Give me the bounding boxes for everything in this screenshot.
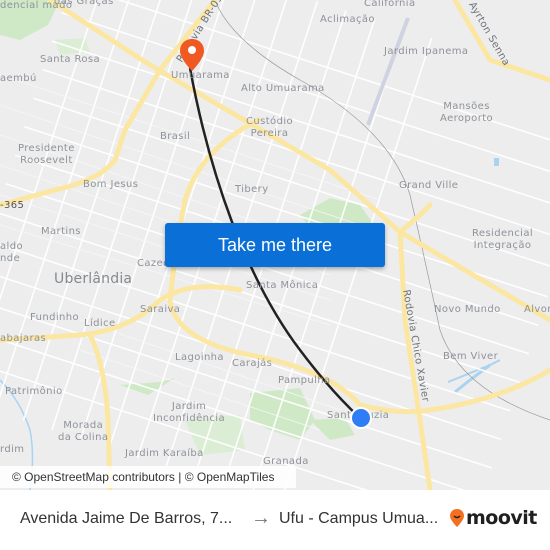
label-martins: Martins [41,226,81,237]
label-santa-monica: Santa Mônica [246,280,319,291]
label-aclimacao: Aclimação [320,14,375,25]
origin-name: Avenida Jaime De Barros, 7... [20,510,233,527]
label-jardim-ipanema: Jardim Ipanema [384,46,469,57]
pond [494,158,499,166]
label-california: California [364,0,416,9]
route-footer: Avenida Jaime De Barros, 7... → Ufu - Ca… [0,490,550,550]
label-jardim-karaiba: Jardim Karaíba [125,448,204,459]
label-lidice: Lídice [84,318,116,329]
label-jardim-inconfidencia: Jardim Inconfidência [153,401,225,424]
label-custodio-pereira: Custódio Pereira [246,116,294,139]
moovit-logo[interactable]: moovit [450,508,537,528]
label-aembu: aembú [0,73,37,84]
airport-runway [366,17,410,126]
label-patrimonio: Patrimônio [5,386,63,397]
label-das-gracas: das Graças [54,0,114,7]
label-lagoinha: Lagoinha [175,352,224,363]
label-grand-ville: Grand Ville [399,180,459,191]
label-bem-viver: Bem Viver [443,351,499,362]
label-carajas: Carajás [232,358,273,369]
label-brasil: Brasil [160,131,191,142]
moovit-wordmark: moovit [466,507,537,529]
label-bom-jesus: Bom Jesus [83,179,139,190]
label-jardim: rdim [0,444,25,455]
take-me-there-button[interactable]: Take me there [165,223,385,267]
label-fundinho: Fundinho [30,312,80,323]
destination-pin-icon[interactable] [179,38,205,72]
label-tibery: Tibery [235,184,269,195]
label-road-br365: -365 [0,200,25,211]
label-presidente-roosevelt: Presidente Roosevelt [18,143,75,166]
label-tabajaras: abajaras [0,333,47,344]
label-saraiva: Saraiva [140,304,181,315]
label-marilcosa: Marilcosa [252,0,303,4]
moovit-pin-icon [450,509,464,527]
label-morada-da-colina: Morada da Colina [58,420,109,443]
label-residencial-integracao: Residencial Integração [472,228,534,251]
label-alvorada: Alvor [524,304,550,315]
map-attribution[interactable]: © OpenStreetMap contributors | © OpenMap… [0,466,296,488]
origin-location-dot[interactable] [350,407,372,429]
label-osvaldo-rezende: aldo nde [0,241,23,264]
label-alto-umuarama: Alto Umuarama [241,83,325,94]
map[interactable]: dencial mado das Graças Marilcosa Califo… [0,0,550,490]
label-city-uberlandia: Uberlândia [54,271,133,287]
destination-name: Ufu - Campus Umua... [279,510,439,527]
label-pampulha: Pampulha [278,375,331,386]
label-mansoes-aeroporto: Mansões Aeroporto [440,101,494,124]
label-santa-rosa: Santa Rosa [40,54,100,65]
arrow-right-icon: → [251,507,271,529]
label-novo-mundo: Novo Mundo [434,304,501,315]
